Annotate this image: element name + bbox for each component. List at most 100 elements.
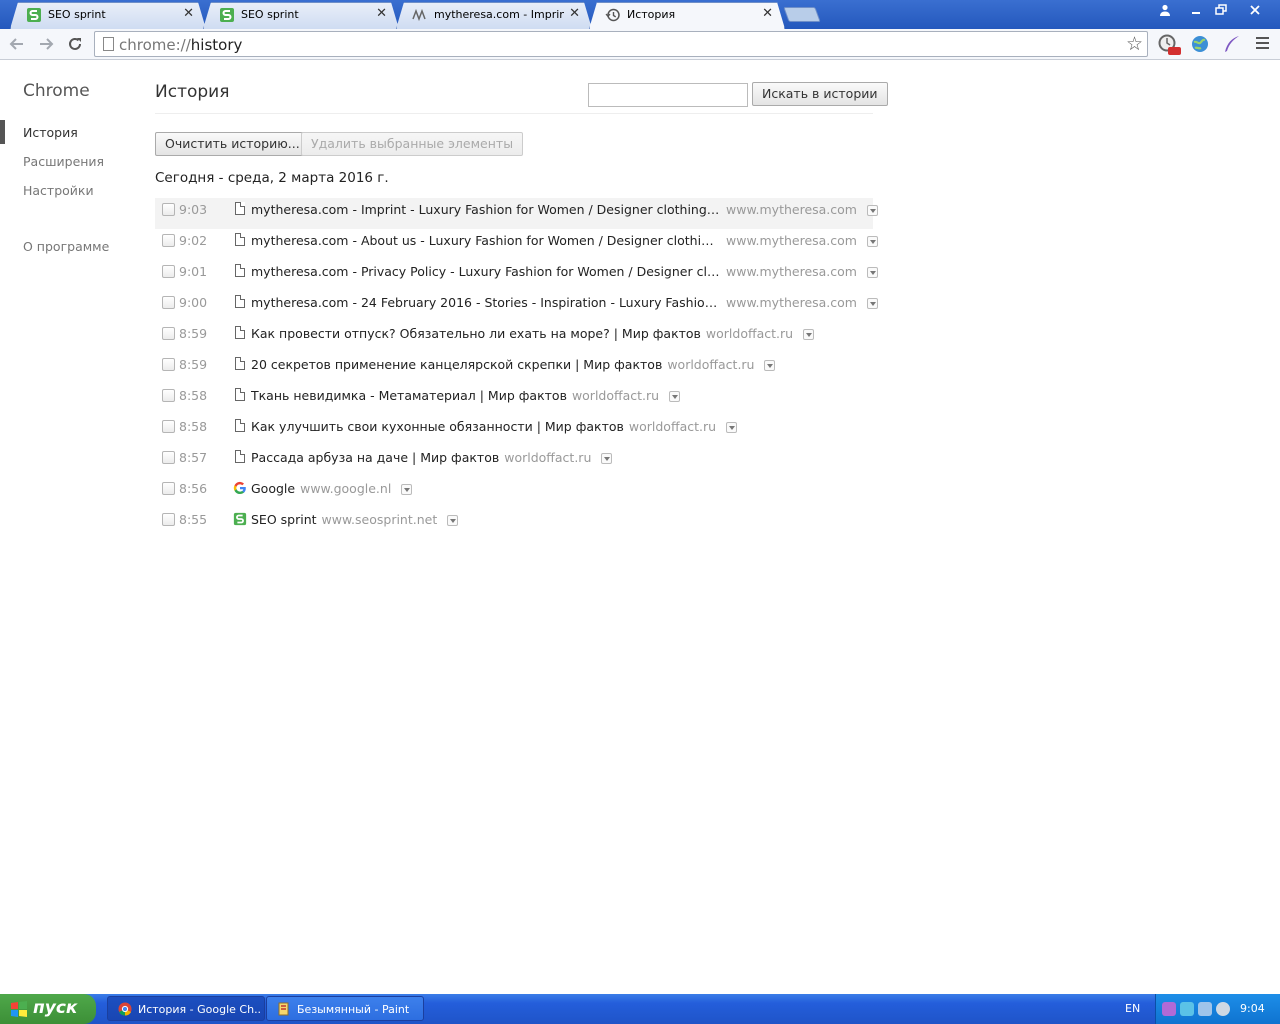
remove-selected-button[interactable]: Удалить выбранные элементы <box>301 132 524 156</box>
new-tab-button[interactable] <box>783 7 821 22</box>
tab-mytheresa[interactable]: mytheresa.com - Imprint - Lu ✕ <box>396 2 592 29</box>
entry-title-link[interactable]: Как улучшить свои кухонные обязанности |… <box>251 419 624 434</box>
history-entry[interactable]: 8:59 20 секретов применение канцелярской … <box>155 353 873 384</box>
clear-history-button[interactable]: Очистить историю... <box>155 132 310 156</box>
history-entry[interactable]: 8:56 Google www.google.nl <box>155 477 873 508</box>
entry-title-link[interactable]: mytheresa.com - 24 February 2016 - Stori… <box>251 295 721 310</box>
entry-title-link[interactable]: mytheresa.com - Imprint - Luxury Fashion… <box>251 202 721 217</box>
sidebar-item-extensions[interactable]: Расширения <box>23 154 104 169</box>
page-icon <box>233 418 247 434</box>
entry-title-link[interactable]: Ткань невидимка - Метаматериал | Мир фак… <box>251 388 567 403</box>
sidebar-item-history[interactable]: История <box>23 125 78 140</box>
entry-menu-dropdown-icon[interactable] <box>764 360 776 371</box>
entry-menu-dropdown-icon[interactable] <box>866 236 878 247</box>
entry-title-link[interactable]: Как провести отпуск? Обязательно ли ехат… <box>251 326 701 341</box>
entry-title-link[interactable]: mytheresa.com - Privacy Policy - Luxury … <box>251 264 721 279</box>
entry-menu-dropdown-icon[interactable] <box>401 484 413 495</box>
tray-monitor-icon[interactable] <box>1198 1002 1212 1016</box>
entry-checkbox[interactable] <box>162 389 175 402</box>
restore-icon[interactable] <box>1208 0 1234 20</box>
tray-volume-icon[interactable] <box>1216 1002 1230 1016</box>
entry-checkbox[interactable] <box>162 265 175 278</box>
page-title: История <box>155 82 230 102</box>
header-divider <box>155 113 873 114</box>
tab-title: История <box>627 8 676 21</box>
page-icon <box>103 37 114 51</box>
tab-seosprint-2[interactable]: SEO sprint ✕ <box>203 2 399 29</box>
entry-line: Google www.google.nl <box>251 481 873 496</box>
seosprint-icon <box>27 8 41 22</box>
close-tab-icon[interactable]: ✕ <box>183 6 194 21</box>
history-entry[interactable]: 8:57 Рассада арбуза на даче | Мир фактов w… <box>155 446 873 477</box>
entry-line: mytheresa.com - Imprint - Luxury Fashion… <box>251 202 878 217</box>
history-entry[interactable]: 8:55 SEO sprint www.seosprint.net <box>155 508 873 539</box>
sidebar-item-about[interactable]: О программе <box>23 239 109 254</box>
history-entry[interactable]: 9:03 mytheresa.com - Imprint - Luxury Fas… <box>155 198 878 229</box>
entry-menu-dropdown-icon[interactable] <box>447 515 459 526</box>
entry-checkbox[interactable] <box>162 451 175 464</box>
page-icon <box>233 263 247 279</box>
search-history-button[interactable]: Искать в истории <box>752 82 888 106</box>
tray-network-icon[interactable] <box>1180 1002 1194 1016</box>
history-entry[interactable]: 8:58 Ткань невидимка - Метаматериал | Мир… <box>155 384 873 415</box>
language-indicator[interactable]: EN <box>1125 1002 1140 1015</box>
entry-line: Как улучшить свои кухонные обязанности |… <box>251 419 873 434</box>
reload-icon[interactable] <box>64 33 86 55</box>
entry-menu-dropdown-icon[interactable] <box>866 205 878 216</box>
sidebar-item-settings[interactable]: Настройки <box>23 183 94 198</box>
entry-menu-dropdown-icon[interactable] <box>803 329 815 340</box>
entry-title-link[interactable]: Google <box>251 481 295 496</box>
close-tab-icon[interactable]: ✕ <box>569 6 580 21</box>
tray-umbrella-icon[interactable] <box>1162 1002 1176 1016</box>
entry-line: mytheresa.com - Privacy Policy - Luxury … <box>251 264 878 279</box>
history-entry[interactable]: 9:01 mytheresa.com - Privacy Policy - Lux… <box>155 260 878 291</box>
entry-checkbox[interactable] <box>162 482 175 495</box>
entry-line: Как провести отпуск? Обязательно ли ехат… <box>251 326 873 341</box>
history-entry[interactable]: 8:59 Как провести отпуск? Обязательно ли … <box>155 322 873 353</box>
back-icon[interactable] <box>6 33 28 55</box>
entry-title-link[interactable]: SEO sprint <box>251 512 317 527</box>
history-entry[interactable]: 9:02 mytheresa.com - About us - Luxury Fa… <box>155 229 878 260</box>
entry-menu-dropdown-icon[interactable] <box>726 422 738 433</box>
page-icon <box>233 387 247 403</box>
entry-checkbox[interactable] <box>162 420 175 433</box>
globe-extension-icon[interactable] <box>1190 34 1210 54</box>
extension-clock-off-icon[interactable] <box>1158 34 1181 55</box>
entry-title-link[interactable]: mytheresa.com - About us - Luxury Fashio… <box>251 233 721 248</box>
entry-menu-dropdown-icon[interactable] <box>601 453 613 464</box>
entry-title-link[interactable]: Рассада арбуза на даче | Мир фактов <box>251 450 499 465</box>
entry-menu-dropdown-icon[interactable] <box>866 267 878 278</box>
entry-menu-dropdown-icon[interactable] <box>669 391 681 402</box>
search-input[interactable] <box>588 83 748 107</box>
entry-checkbox[interactable] <box>162 327 175 340</box>
minimize-icon[interactable] <box>1183 0 1209 20</box>
bookmark-star-icon[interactable]: ☆ <box>1126 33 1143 55</box>
clock: 9:04 <box>1240 1002 1265 1015</box>
taskbar-item-label: История - Google Ch... <box>138 1003 260 1016</box>
entry-title-link[interactable]: 20 секретов применение канцелярской скре… <box>251 357 662 372</box>
history-entry[interactable]: 9:00 mytheresa.com - 24 February 2016 - S… <box>155 291 878 322</box>
taskbar-item-chrome[interactable]: История - Google Ch... <box>107 996 265 1021</box>
close-tab-icon[interactable]: ✕ <box>376 6 387 21</box>
entry-checkbox[interactable] <box>162 203 175 216</box>
entry-checkbox[interactable] <box>162 296 175 309</box>
entry-checkbox[interactable] <box>162 234 175 247</box>
history-entry[interactable]: 8:58 Как улучшить свои кухонные обязаннос… <box>155 415 873 446</box>
entry-checkbox[interactable] <box>162 513 175 526</box>
entry-time: 8:58 <box>179 419 208 434</box>
entry-menu-dropdown-icon[interactable] <box>866 298 878 309</box>
tab-history[interactable]: История ✕ <box>589 2 785 29</box>
feather-extension-icon[interactable] <box>1222 34 1242 54</box>
forward-icon[interactable] <box>35 33 57 55</box>
address-bar[interactable]: chrome://history ☆ <box>94 31 1148 57</box>
menu-icon[interactable] <box>1254 34 1274 54</box>
profile-icon[interactable] <box>1152 0 1178 20</box>
taskbar-item-paint[interactable]: Безымянный - Paint <box>266 996 424 1021</box>
page-icon <box>233 356 247 372</box>
close-tab-icon[interactable]: ✕ <box>762 6 773 21</box>
tab-seosprint-1[interactable]: SEO sprint ✕ <box>10 2 206 29</box>
entry-checkbox[interactable] <box>162 358 175 371</box>
entry-time: 8:56 <box>179 481 208 496</box>
start-button[interactable]: пуск <box>0 994 96 1024</box>
close-window-icon[interactable] <box>1240 0 1270 20</box>
